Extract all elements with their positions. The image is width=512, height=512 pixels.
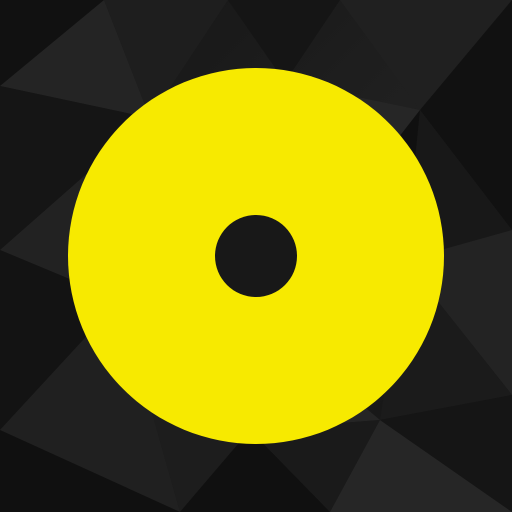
app-icon (0, 0, 512, 512)
yellow-disc-icon (68, 68, 444, 444)
app-icon-artwork (0, 0, 512, 512)
